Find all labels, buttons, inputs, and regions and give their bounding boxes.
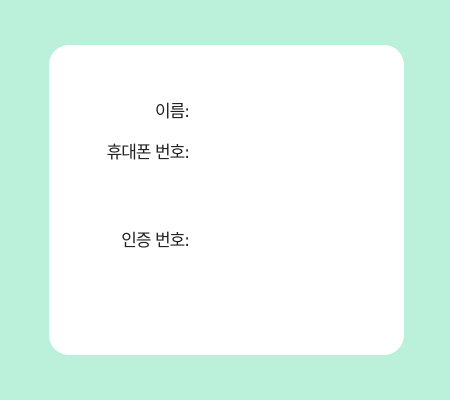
verification-code-row: 인증 번호: — [49, 227, 404, 255]
name-input[interactable] — [194, 98, 384, 126]
name-row: 이름: — [49, 98, 404, 126]
name-label: 이름: — [154, 102, 190, 122]
verification-code-input[interactable] — [194, 227, 384, 255]
verification-code-label: 인증 번호: — [121, 231, 190, 251]
phone-input[interactable] — [194, 139, 384, 167]
form-card: 이름: 휴대폰 번호: 인증 번호: — [49, 45, 404, 355]
phone-row: 휴대폰 번호: — [49, 139, 404, 167]
phone-label: 휴대폰 번호: — [106, 143, 190, 163]
